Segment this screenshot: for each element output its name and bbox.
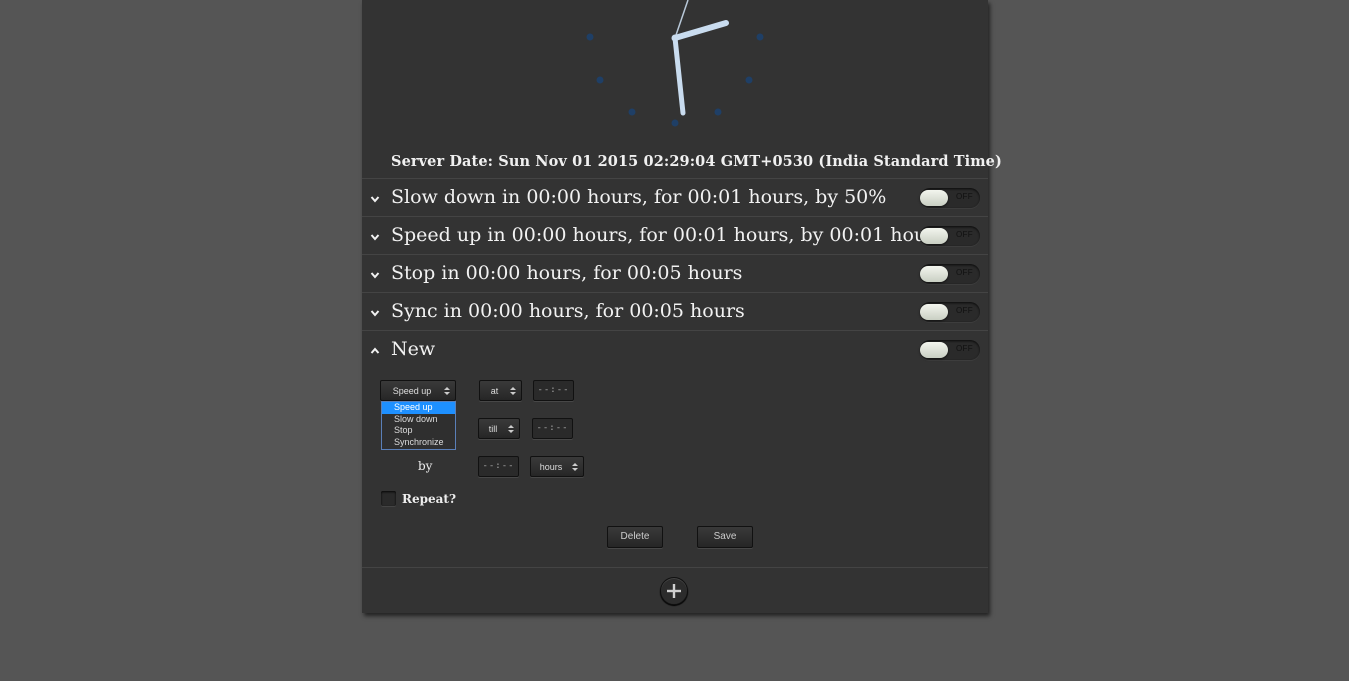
by-unit-value: hours [539, 462, 563, 472]
alarm-title: Speed up in 00:00 hours, for 00:01 hours… [391, 224, 945, 246]
spinner-arrows-icon [510, 387, 516, 395]
chevron-down-icon[interactable] [370, 308, 380, 318]
chevron-up-icon[interactable] [370, 346, 380, 356]
chevron-down-icon[interactable] [370, 232, 380, 242]
server-date: Server Date: Sun Nov 01 2015 02:29:04 GM… [391, 153, 1002, 170]
toggle-state: OFF [956, 268, 973, 277]
clock-hour-marker [671, 119, 679, 127]
dropdown-option[interactable]: Stop [382, 425, 455, 437]
alarm-row-slow-down[interactable]: Slow down in 00:00 hours, for 00:01 hour… [362, 178, 988, 216]
action-dropdown[interactable]: Speed up Slow down Stop Synchronize [381, 401, 456, 450]
alarm-toggle[interactable]: OFF [920, 226, 980, 246]
end-mode-select[interactable]: till [478, 418, 520, 439]
dropdown-option[interactable]: Speed up [382, 402, 455, 414]
toggle-knob[interactable] [920, 342, 948, 358]
alarm-toggle[interactable]: OFF [920, 302, 980, 322]
spinner-arrows-icon [572, 463, 578, 471]
dropdown-option[interactable]: Slow down [382, 414, 455, 426]
plus-icon [667, 584, 681, 598]
clock-hour-marker [745, 76, 753, 84]
toggle-knob[interactable] [920, 190, 948, 206]
alarm-row-speed-up[interactable]: Speed up in 00:00 hours, for 00:01 hours… [362, 216, 988, 254]
action-select-value: Speed up [392, 386, 432, 396]
repeat-label: Repeat? [402, 492, 456, 506]
clock-hour-hand [672, 20, 729, 41]
end-mode-value: till [488, 424, 498, 434]
alarm-panel: Server Date: Sun Nov 01 2015 02:29:04 GM… [362, 0, 1002, 613]
toggle-state: OFF [956, 344, 973, 353]
clock-minute-hand [672, 35, 686, 116]
by-time-input[interactable]: --:-- [478, 456, 519, 477]
dropdown-option[interactable]: Synchronize [382, 437, 455, 449]
toggle-knob[interactable] [920, 266, 948, 282]
clock-hour-marker [628, 108, 636, 116]
alarm-row-sync[interactable]: Sync in 00:00 hours, for 00:05 hours OFF [362, 292, 988, 330]
delete-button[interactable]: Delete [607, 526, 663, 548]
start-time-input[interactable]: --:-- [533, 380, 574, 401]
action-select[interactable]: Speed up [380, 380, 456, 401]
clock-hour-marker [596, 76, 604, 84]
alarm-toggle[interactable]: OFF [920, 264, 980, 284]
end-time-input[interactable]: --:-- [532, 418, 573, 439]
toggle-state: OFF [956, 192, 973, 201]
clock-center [671, 34, 679, 42]
add-alarm-button[interactable] [660, 577, 688, 605]
chevron-down-icon[interactable] [370, 194, 380, 204]
alarm-title: Sync in 00:00 hours, for 00:05 hours [391, 300, 745, 322]
chevron-down-icon[interactable] [370, 270, 380, 280]
alarm-row-stop[interactable]: Stop in 00:00 hours, for 00:05 hours OFF [362, 254, 988, 292]
analog-clock [586, 0, 764, 127]
toggle-knob[interactable] [920, 228, 948, 244]
by-unit-select[interactable]: hours [530, 456, 584, 477]
repeat-checkbox[interactable] [381, 491, 396, 506]
by-label: by [418, 459, 433, 473]
toggle-knob[interactable] [920, 304, 948, 320]
clock-hour-marker [756, 33, 764, 41]
alarm-title: Slow down in 00:00 hours, for 00:01 hour… [391, 186, 887, 208]
spinner-arrows-icon [508, 425, 514, 433]
alarm-editor: Speed up Speed up Slow down Stop Synchro… [362, 370, 988, 566]
alarm-list: Slow down in 00:00 hours, for 00:01 hour… [362, 178, 988, 368]
alarm-row-new[interactable]: New OFF [362, 330, 988, 368]
start-mode-value: at [490, 386, 499, 396]
alarm-title: New [391, 338, 436, 360]
clock-hour-marker [714, 108, 722, 116]
save-button[interactable]: Save [697, 526, 753, 548]
toggle-state: OFF [956, 306, 973, 315]
spinner-arrows-icon [444, 387, 450, 395]
start-mode-select[interactable]: at [479, 380, 522, 401]
alarm-toggle[interactable]: OFF [920, 188, 980, 208]
panel-footer [362, 567, 988, 613]
alarm-title: Stop in 00:00 hours, for 00:05 hours [391, 262, 743, 284]
clock-hour-marker [586, 33, 594, 41]
toggle-state: OFF [956, 230, 973, 239]
alarm-toggle[interactable]: OFF [920, 340, 980, 360]
